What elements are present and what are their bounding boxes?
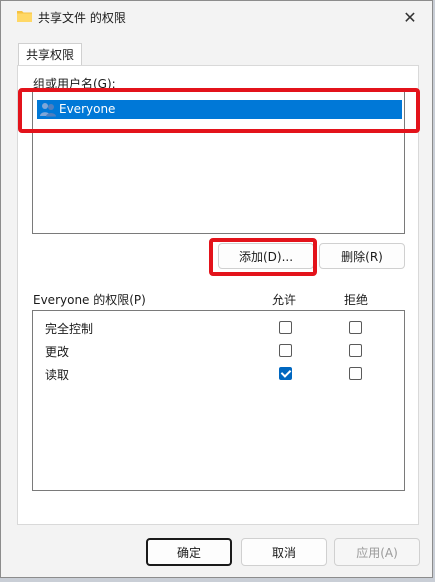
deny-checkbox[interactable]: [349, 321, 362, 334]
user-name: Everyone: [59, 102, 116, 116]
ok-button[interactable]: 确定: [146, 538, 232, 566]
permission-name: 读取: [45, 368, 70, 382]
allow-checkbox[interactable]: [279, 367, 292, 380]
folder-icon: [17, 11, 32, 22]
deny-checkbox[interactable]: [349, 344, 362, 357]
share-permissions-dialog: 共享文件 的权限 ✕ 共享权限 组或用户名(G): Everyone 添加(D)…: [0, 0, 433, 578]
permission-row: 读取: [33, 363, 404, 385]
close-icon: ✕: [403, 7, 417, 27]
allow-checkbox[interactable]: [279, 321, 292, 334]
deny-checkbox[interactable]: [349, 367, 362, 380]
allow-checkbox[interactable]: [279, 344, 292, 357]
window-title: 共享文件 的权限: [38, 11, 126, 25]
users-group-icon: [40, 103, 56, 117]
apply-button[interactable]: 应用(A): [334, 538, 420, 566]
cancel-button[interactable]: 取消: [241, 538, 327, 566]
permission-row: 更改: [33, 340, 404, 362]
permissions-list: 完全控制 更改 读取: [32, 310, 405, 491]
add-button[interactable]: 添加(D)...: [218, 243, 314, 269]
permission-row: 完全控制: [33, 317, 404, 339]
list-item[interactable]: Everyone: [37, 100, 402, 119]
permissions-label: Everyone 的权限(P): [33, 293, 146, 307]
groups-users-list[interactable]: Everyone: [32, 91, 405, 234]
allow-column-header: 允许: [272, 293, 297, 307]
groups-label: 组或用户名(G):: [33, 77, 116, 91]
remove-button[interactable]: 删除(R): [319, 243, 405, 269]
title-bar: 共享文件 的权限 ✕: [1, 1, 432, 33]
tab-share-permissions[interactable]: 共享权限: [18, 43, 82, 66]
deny-column-header: 拒绝: [344, 293, 369, 307]
permission-name: 完全控制: [45, 322, 94, 336]
permission-name: 更改: [45, 345, 70, 359]
close-button[interactable]: ✕: [388, 1, 432, 33]
